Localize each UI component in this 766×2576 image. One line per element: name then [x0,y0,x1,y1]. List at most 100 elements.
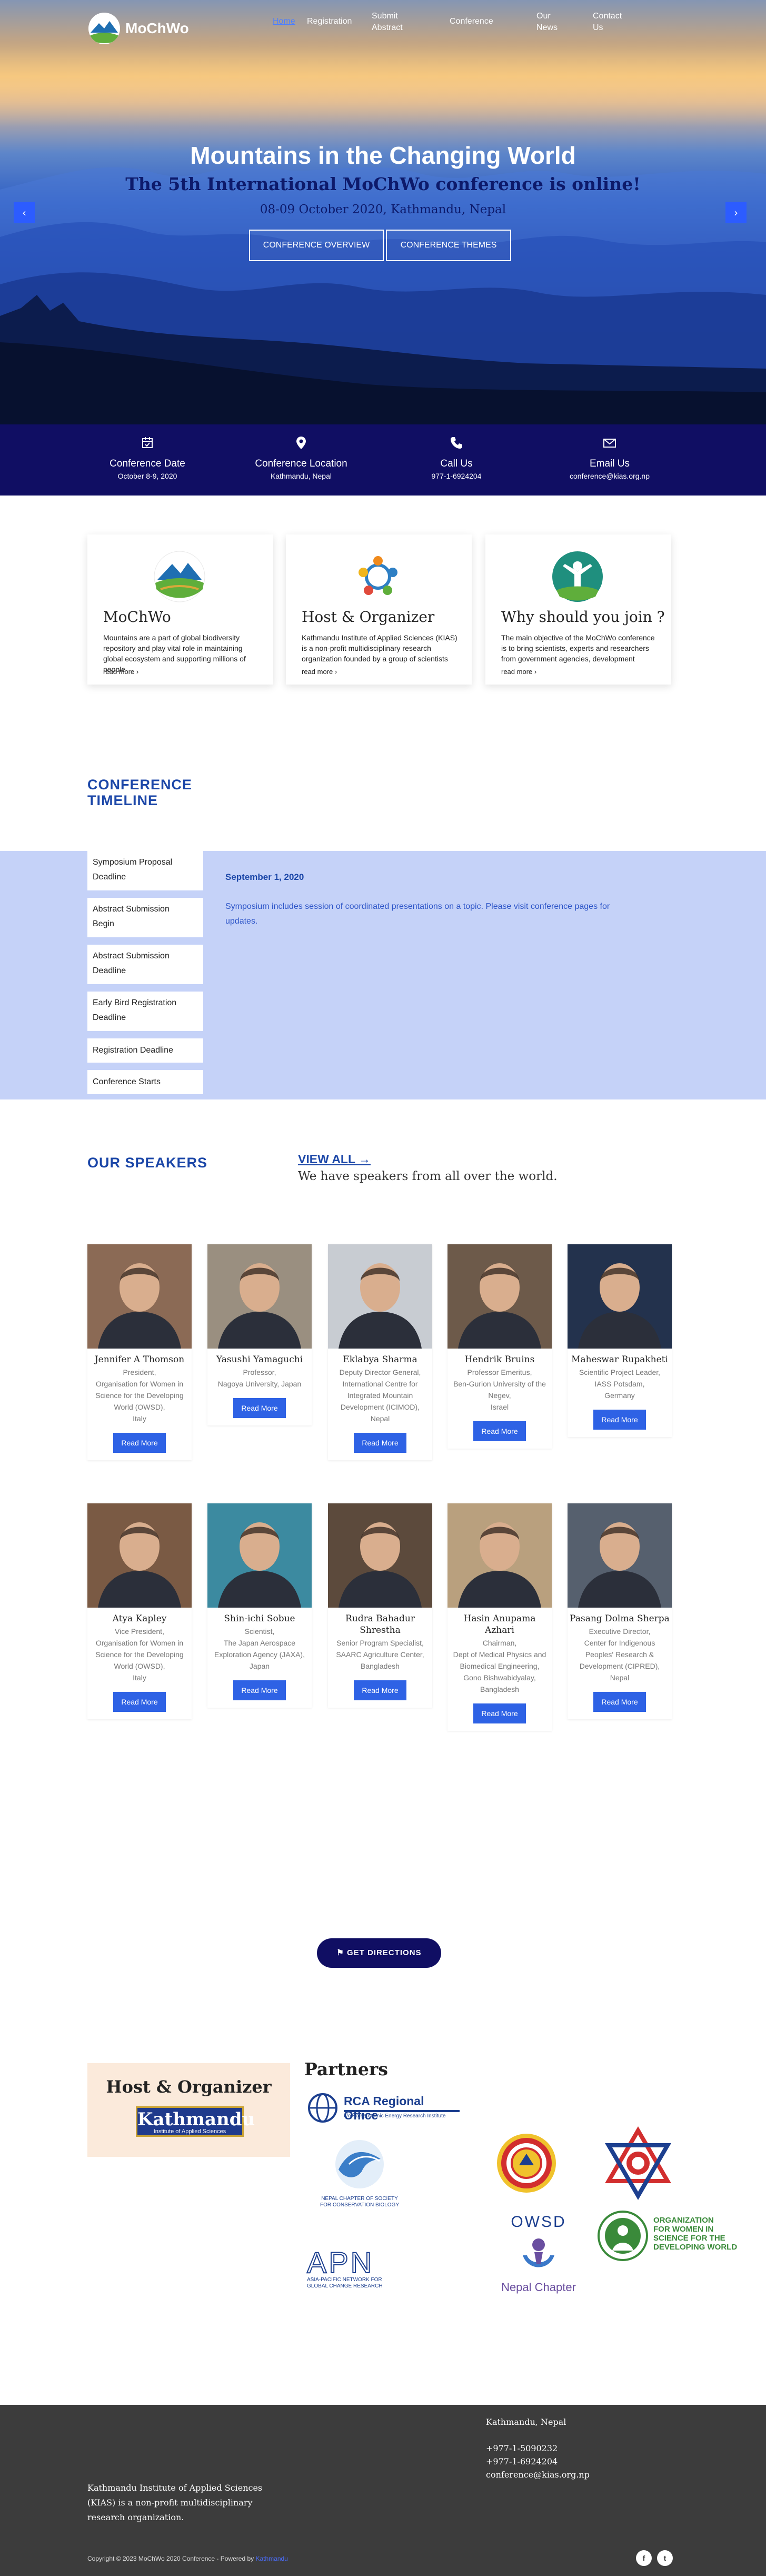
speaker-read-more-button[interactable]: Read More [113,1692,166,1712]
nav-registration[interactable]: Registration [307,16,352,27]
nav-submit-abstract[interactable]: Submit Abstract [372,11,403,34]
info-value: Kathmandu, Nepal [271,472,332,480]
kias-logo-subtext: Institute of Applied Sciences [153,2128,226,2135]
info-email-us[interactable]: Email Us conference@kias.org.np [557,435,662,481]
speaker-read-more-button[interactable]: Read More [113,1433,166,1453]
footer-phone-2[interactable]: +977-1-6924204 [486,2455,558,2468]
speaker-description: Scientific Project Leader, IASS Potsdam,… [579,1368,661,1400]
timeline-item-registration-deadline[interactable]: Registration Deadline [87,1038,203,1063]
card-text: Kathmandu Institute of Applied Sciences … [302,633,457,663]
nav-conference[interactable]: Conference [450,16,493,27]
speaker-card: Pasang Dolma Sherpa Executive Director, C… [568,1503,672,1719]
facebook-icon[interactable]: f [636,2550,652,2566]
powered-by-link[interactable]: Kathmandu [255,2555,287,2562]
info-label: Call Us [440,458,473,469]
speaker-photo [447,1244,552,1349]
footer-email[interactable]: conference@kias.org.np [486,2468,590,2481]
card-title: Host & Organizer [302,608,435,626]
ncscb-logo[interactable]: NEPAL CHAPTER OF SOCIETY FOR CONSERVATIO… [307,2138,412,2217]
conference-overview-button[interactable]: CONFERENCE OVERVIEW [249,230,384,261]
host-organizer-title: Host & Organizer [106,2077,272,2097]
speaker-photo [87,1244,192,1349]
read-more-link[interactable]: read more › [103,668,138,676]
speaker-photo [568,1244,672,1349]
speaker-read-more-button[interactable]: Read More [233,1398,286,1418]
mochwo-logo-icon [154,551,205,602]
rca-logo[interactable]: RCA Regional Office c/o Korea Atomic Ene… [307,2092,460,2124]
speaker-card: Eklabya Sharma Deputy Director General, I… [328,1244,432,1460]
speaker-card: Shin-ichi Sobue Scientist, The Japan Aero… [207,1503,312,1708]
speaker-read-more-button[interactable]: Read More [233,1680,286,1700]
card-why-join: Why should you join ? The main objective… [485,534,671,685]
read-more-link[interactable]: read more › [501,668,536,676]
calendar-icon [142,437,153,448]
nav-contact-us[interactable]: Contact Us [593,11,622,34]
speaker-name: Yasushi Yamaguchi [216,1354,303,1365]
speaker-name: Eklabya Sharma [343,1354,417,1365]
timeline-item-abstract-begin[interactable]: Abstract Submission Begin [87,898,203,937]
card-text: The main objective of the MoChWo confere… [501,633,655,663]
hero-date-place: 08-09 October 2020, Kathmandu, Nepal [260,203,506,216]
site-logo[interactable]: MoChWo [88,13,189,44]
speaker-description: Senior Program Specialist, SAARC Agricul… [336,1639,424,1670]
speaker-card: Atya Kapley Vice President, Organisation … [87,1503,192,1719]
nav-home[interactable]: Home [273,16,295,27]
timeline-active-date: September 1, 2020 [225,872,304,882]
speaker-card: Yasushi Yamaguchi Professor, Nagoya Unive… [207,1244,312,1425]
info-call-us[interactable]: Call Us 977-1-6924204 [404,435,509,481]
info-value: 977-1-6924204 [431,472,482,480]
twitter-icon[interactable]: t [657,2550,673,2566]
read-more-link[interactable]: read more › [302,668,337,676]
kias-logo[interactable]: Kathmandu Institute of Applied Sciences [136,2106,255,2137]
conference-themes-button[interactable]: CONFERENCE THEMES [386,230,511,261]
nast-star-logo[interactable] [601,2126,675,2200]
speaker-name: Maheswar Rupakheti [571,1354,668,1365]
speaker-name: Atya Kapley [112,1613,167,1624]
info-label: Conference Location [255,458,347,469]
speaker-read-more-button[interactable]: Read More [473,1703,526,1723]
copyright-text: Copyright © 2023 MoChWo 2020 Conference … [87,2555,254,2562]
apn-logo[interactable]: APN ASIA-PACIFIC NETWORK FOR GLOBAL CHAN… [306,2245,412,2293]
timeline-item-symposium-proposal[interactable]: Symposium Proposal Deadline [87,851,203,890]
speaker-name: Hendrik Bruins [464,1354,535,1365]
card-host-organizer: Host & Organizer Kathmandu Institute of … [286,534,472,685]
speaker-card: Hendrik Bruins Professor Emeritus, Ben-Gu… [447,1244,552,1449]
speaker-description: Professor Emeritus, Ben-Gurion Universit… [453,1368,546,1411]
nav-our-news[interactable]: Our News [536,11,558,34]
speaker-read-more-button[interactable]: Read More [593,1692,646,1712]
timeline-item-conference-starts[interactable]: Conference Starts [87,1070,203,1094]
owsd-globe-icon [598,2211,648,2261]
speakers-title: OUR SPEAKERS [87,1155,208,1171]
timeline-item-early-bird[interactable]: Early Bird Registration Deadline [87,992,203,1031]
owsd-chapter-subtext: Nepal Chapter [501,2281,576,2294]
host-organizer-box: Host & Organizer Kathmandu Institute of … [87,2063,290,2157]
rca-logo-bar [344,2110,460,2112]
speaker-name: Shin-ichi Sobue [224,1613,295,1624]
speaker-read-more-button[interactable]: Read More [354,1680,406,1700]
speaker-read-more-button[interactable]: Read More [593,1410,646,1430]
info-label: Conference Date [110,458,185,469]
apn-logo-text: APN [306,2245,374,2280]
timeline-item-abstract-deadline[interactable]: Abstract Submission Deadline [87,945,203,984]
envelope-icon [603,439,616,448]
footer-phone-1[interactable]: +977-1-5090232 [486,2442,558,2455]
speaker-description: Scientist, The Japan Aerospace Explorati… [214,1627,305,1670]
speaker-description: Deputy Director General, International C… [339,1368,421,1423]
card-title: Why should you join ? [501,608,665,626]
speaker-card: Maheswar Rupakheti Scientific Project Lea… [568,1244,672,1437]
get-directions-button[interactable]: ⚑ GET DIRECTIONS [317,1938,441,1968]
speaker-photo [328,1244,432,1349]
conference-timeline: Symposium Proposal Deadline Abstract Sub… [0,851,766,1099]
people-network-icon [359,556,397,595]
rca-logo-subtext: c/o Korea Atomic Energy Research Institu… [344,2113,446,2119]
speaker-description: Chairman, Dept of Medical Physics and Bi… [453,1639,546,1693]
owsd-logo[interactable]: ORGANIZATION FOR WOMEN IN SCIENCE FOR TH… [596,2210,749,2267]
speaker-read-more-button[interactable]: Read More [354,1433,406,1453]
view-all-speakers-link[interactable]: VIEW ALL → [298,1152,371,1166]
owsd-nepal-chapter-logo[interactable]: OWSD Nepal Chapter [499,2213,578,2303]
speaker-read-more-button[interactable]: Read More [473,1421,526,1441]
nepal-emblem-logo[interactable] [495,2126,558,2200]
info-conference-location: Conference Location Kathmandu, Nepal [248,435,354,481]
info-value: October 8-9, 2020 [117,472,177,480]
partners-title: Partners [304,2059,388,2079]
